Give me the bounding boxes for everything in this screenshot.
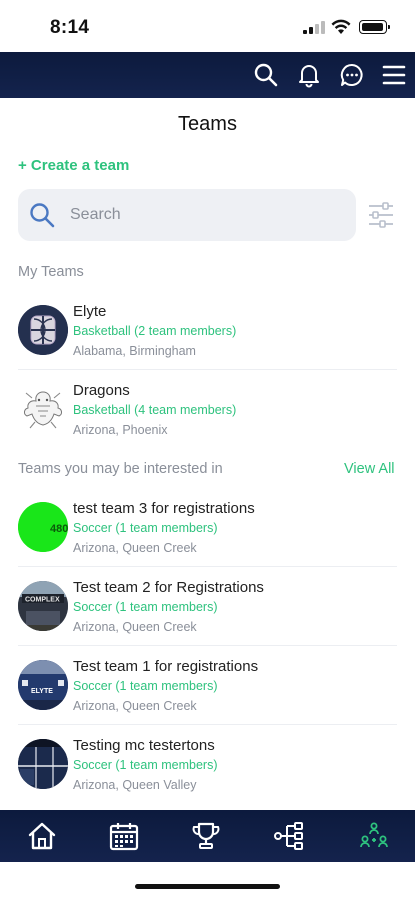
my-teams-heading: My Teams [18,264,84,280]
suggested-teams-heading: Teams you may be interested in [18,461,223,477]
team-sport: Soccer (1 team members) [73,679,218,693]
bell-icon[interactable] [295,61,323,89]
battery-icon [359,20,390,34]
wifi-icon [331,19,351,34]
cellular-signal-icon [303,21,325,34]
team-sport: Soccer (1 team members) [73,758,218,772]
view-all-link[interactable]: View All [344,461,395,477]
team-name: Elyte [73,303,107,320]
menu-icon[interactable] [380,61,408,89]
team-location: Arizona, Queen Valley [73,778,197,792]
search-icon [30,203,55,228]
top-nav-bar [0,52,415,98]
page-title: Teams [178,113,237,135]
team-name: Dragons [73,382,130,399]
my-team-row-elyte[interactable]: Elyte Basketball (2 team members) Alabam… [0,291,415,370]
home-indicator[interactable] [135,884,280,889]
team-location: Arizona, Queen Creek [73,620,197,634]
suggested-team-row[interactable]: ELYTE Test team 1 for registrations Socc… [0,646,415,725]
search-box[interactable] [18,189,356,241]
team-sport: Basketball (4 team members) [73,403,237,417]
team-avatar: ELYTE [18,660,68,710]
suggested-team-row[interactable]: Testing mc testertons Soccer (1 team mem… [0,725,415,804]
my-team-row-dragons[interactable]: Dragons Basketball (4 team members) Ariz… [0,370,415,449]
team-location: Arizona, Queen Creek [73,541,197,555]
team-name: Test team 1 for registrations [73,658,259,675]
create-team-link[interactable]: + Create a team [18,157,129,174]
search-input[interactable] [70,203,340,227]
team-avatar: 480 [18,502,68,552]
bottom-nav-bar [0,810,415,862]
team-sport: Basketball (2 team members) [73,324,237,338]
chat-icon[interactable] [338,61,366,89]
search-icon[interactable] [252,61,280,89]
bracket-icon[interactable] [272,818,308,854]
team-name: test team 3 for registrations [73,500,255,517]
team-name: Test team 2 for Registrations [73,579,264,596]
avatar-text: COMPLEX [25,597,60,604]
team-location: Alabama, Birmingham [73,344,196,358]
avatar-text: 480 [50,523,68,535]
team-sport: Soccer (1 team members) [73,600,218,614]
filter-icon[interactable] [366,200,396,230]
avatar-text: ELYTE [31,688,53,695]
trophy-icon[interactable] [188,818,224,854]
suggested-team-row[interactable]: 480 test team 3 for registrations Soccer… [0,488,415,567]
team-avatar: COMPLEX [18,581,68,631]
teams-icon[interactable] [356,818,392,854]
team-avatar [18,384,68,434]
status-bar: 8:14 [0,0,415,52]
team-avatar [18,305,68,355]
suggested-team-row[interactable]: COMPLEX Test team 2 for Registrations So… [0,567,415,646]
home-icon[interactable] [24,818,60,854]
team-location: Arizona, Queen Creek [73,699,197,713]
team-location: Arizona, Phoenix [73,423,168,437]
team-sport: Soccer (1 team members) [73,521,218,535]
team-avatar [18,739,68,789]
team-name: Testing mc testertons [73,737,215,754]
status-time: 8:14 [50,17,90,38]
calendar-icon[interactable] [106,818,142,854]
